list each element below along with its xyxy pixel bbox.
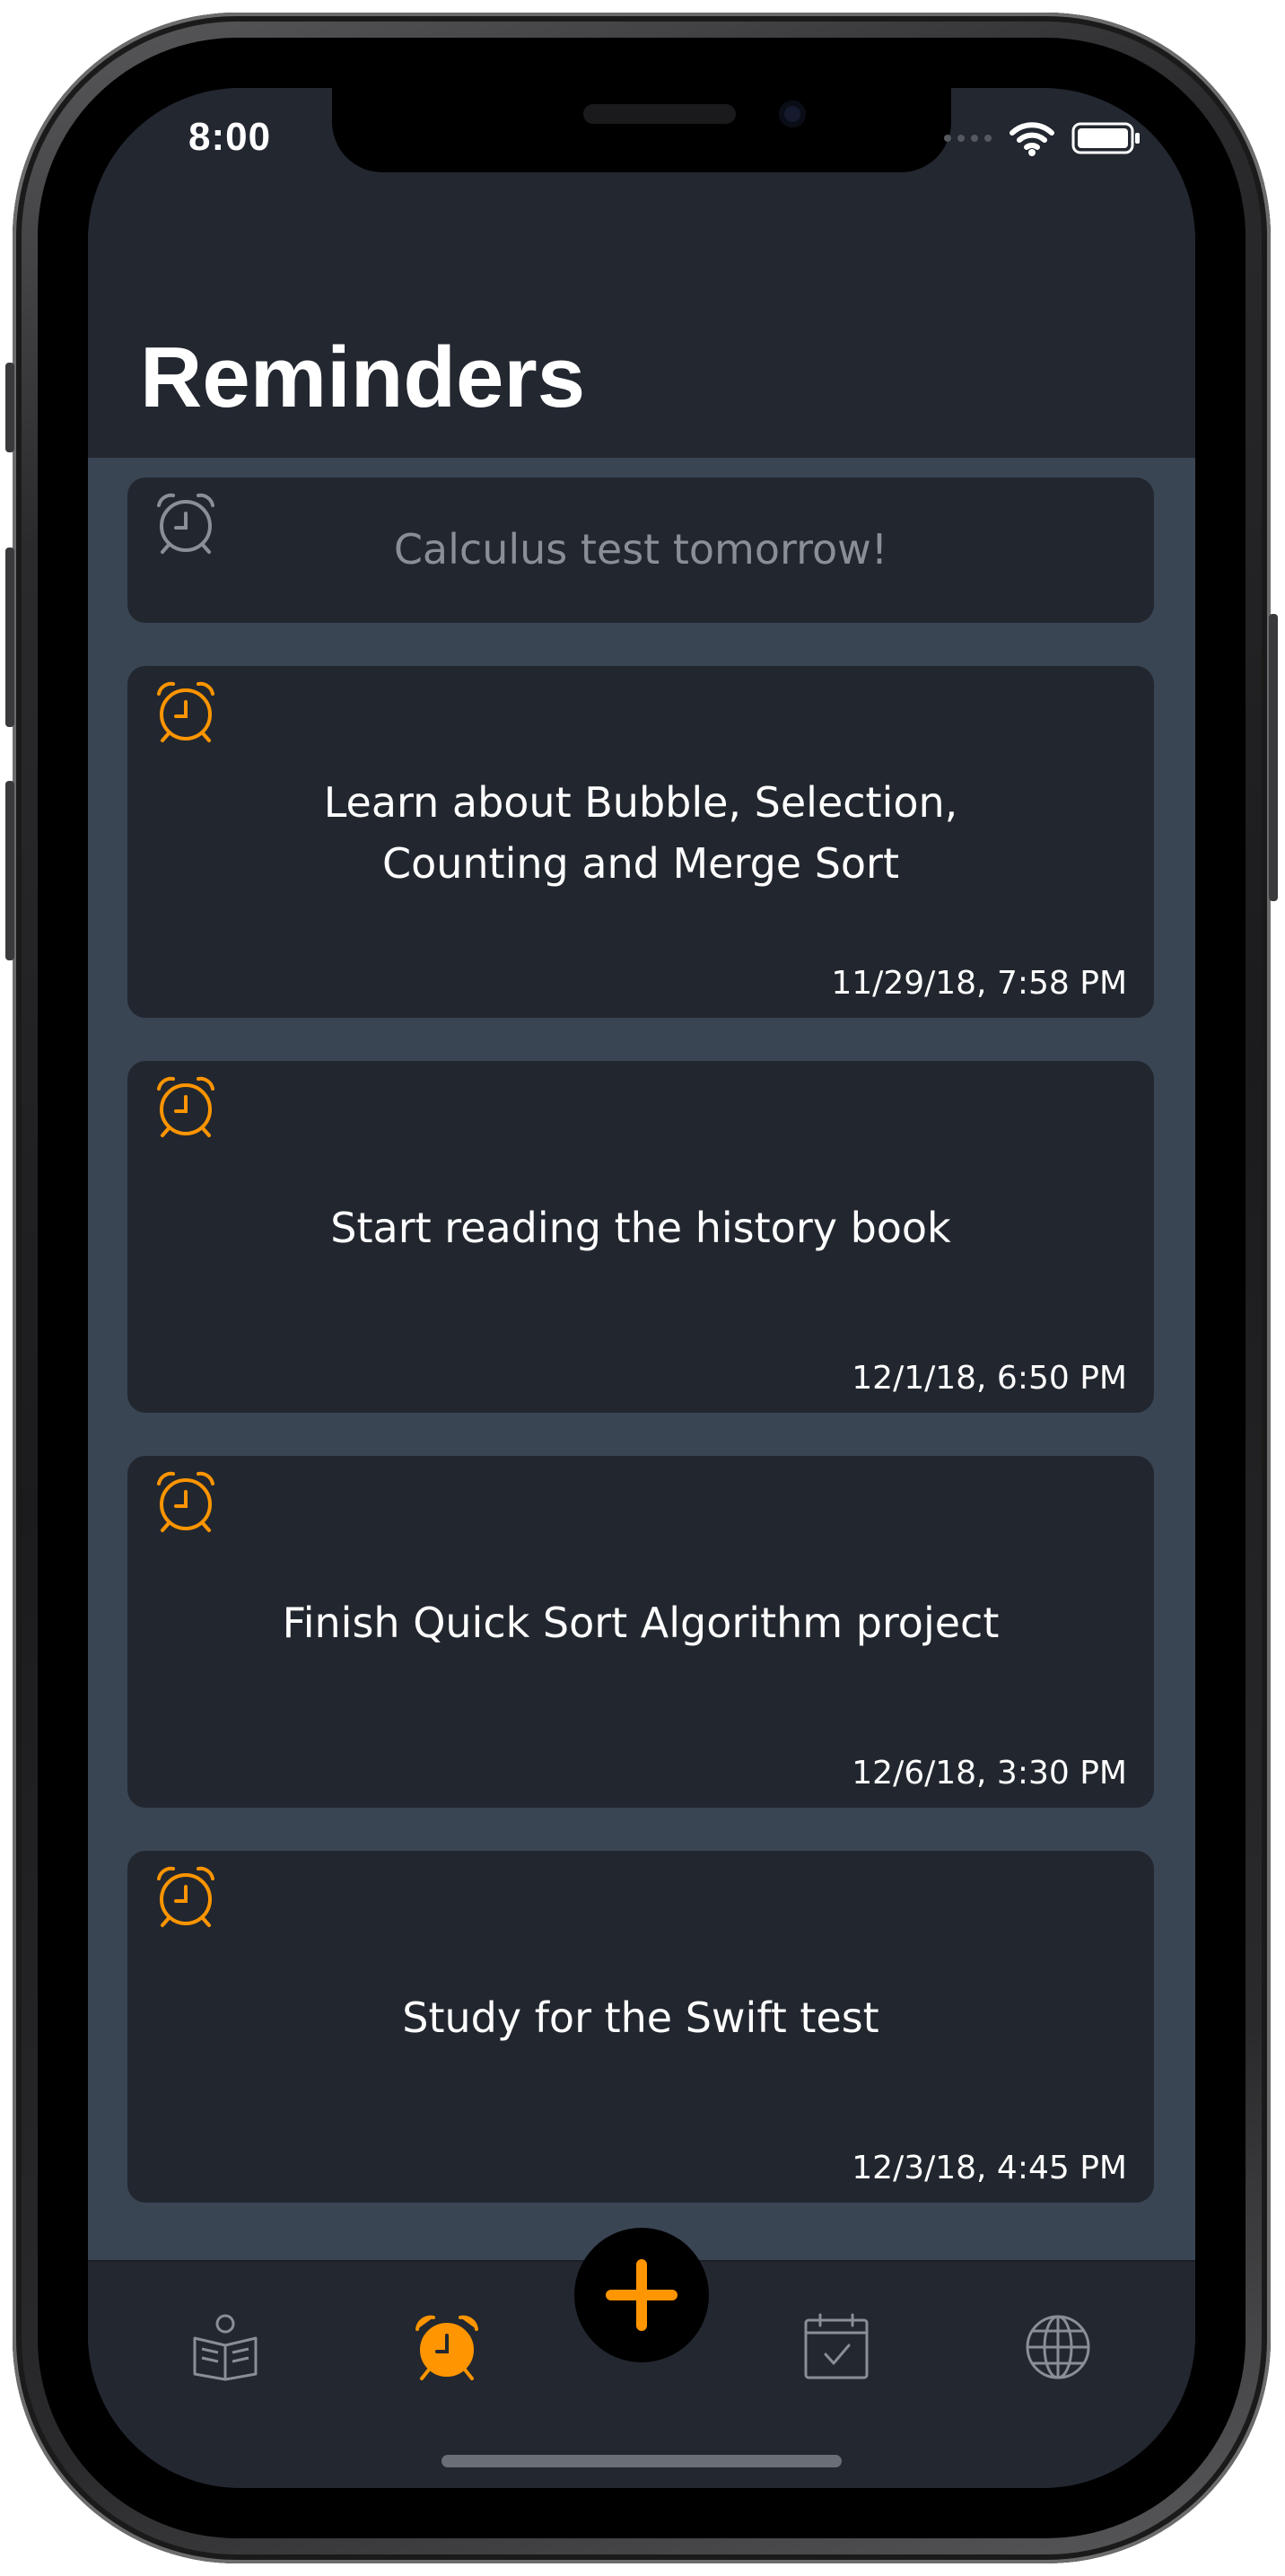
reminder-card[interactable]: Start reading the history book 12/1/18, … bbox=[127, 1061, 1154, 1413]
power-button bbox=[1269, 614, 1278, 901]
reminder-title: Finish Quick Sort Algorithm project bbox=[282, 1599, 1000, 1647]
globe-icon bbox=[1026, 2315, 1090, 2379]
reminder-title-line: Learn about Bubble, Selection, bbox=[323, 778, 958, 827]
front-camera bbox=[779, 101, 806, 127]
app-screen: 8:00 Reminders Calculus test tomorrow! L… bbox=[88, 88, 1195, 2488]
reminder-title-line: Counting and Merge Sort bbox=[381, 839, 900, 888]
add-reminder-button[interactable] bbox=[574, 2228, 709, 2362]
speaker-grille bbox=[583, 104, 736, 124]
tab-calendar[interactable] bbox=[796, 2307, 877, 2388]
reminder-card[interactable]: Study for the Swift test 12/3/18, 4:45 P… bbox=[127, 1851, 1154, 2203]
reminder-card[interactable]: Calculus test tomorrow! bbox=[127, 478, 1154, 623]
tab-globe[interactable] bbox=[1018, 2307, 1098, 2388]
reminder-date: 11/29/18, 7:58 PM bbox=[831, 965, 1127, 1002]
tab-reminders[interactable] bbox=[406, 2307, 487, 2388]
tab-reading[interactable] bbox=[185, 2307, 266, 2388]
reminder-date: 12/1/18, 6:50 PM bbox=[852, 1360, 1127, 1397]
reminder-title: Learn about Bubble, Selection, Counting … bbox=[127, 772, 1154, 894]
reminder-date: 12/6/18, 3:30 PM bbox=[852, 1755, 1127, 1792]
reminder-title: Calculus test tomorrow! bbox=[393, 525, 888, 574]
calendar-check-icon bbox=[804, 2313, 869, 2379]
alarm-clock-icon[interactable] bbox=[151, 1862, 221, 1932]
home-indicator[interactable] bbox=[441, 2455, 842, 2467]
reminder-card[interactable]: Finish Quick Sort Algorithm project 12/6… bbox=[127, 1456, 1154, 1808]
status-time: 8:00 bbox=[188, 115, 272, 159]
reminder-list[interactable]: Calculus test tomorrow! Learn about Bubb… bbox=[88, 458, 1195, 2260]
volume-up-button bbox=[5, 548, 14, 727]
plus-icon bbox=[606, 2259, 677, 2331]
navigation-header: 8:00 Reminders bbox=[88, 88, 1195, 458]
cellular-signal-icon bbox=[944, 135, 992, 142]
tab-bar bbox=[88, 2228, 1195, 2488]
reminder-title: Start reading the history book bbox=[330, 1204, 951, 1252]
mute-switch bbox=[5, 363, 14, 452]
alarm-clock-icon bbox=[415, 2315, 478, 2380]
alarm-clock-icon[interactable] bbox=[151, 1072, 221, 1142]
notch bbox=[332, 88, 951, 172]
wifi-icon bbox=[1010, 122, 1054, 156]
battery-icon bbox=[1071, 122, 1140, 154]
volume-down-button bbox=[5, 781, 14, 960]
alarm-clock-icon[interactable] bbox=[151, 1467, 221, 1537]
page-title: Reminders bbox=[140, 329, 586, 425]
reading-book-icon bbox=[193, 2314, 258, 2381]
alarm-clock-icon[interactable] bbox=[151, 677, 221, 747]
reminder-title: Study for the Swift test bbox=[402, 1993, 879, 2042]
reminder-card[interactable]: Learn about Bubble, Selection, Counting … bbox=[127, 666, 1154, 1018]
reminder-date: 12/3/18, 4:45 PM bbox=[852, 2150, 1127, 2186]
